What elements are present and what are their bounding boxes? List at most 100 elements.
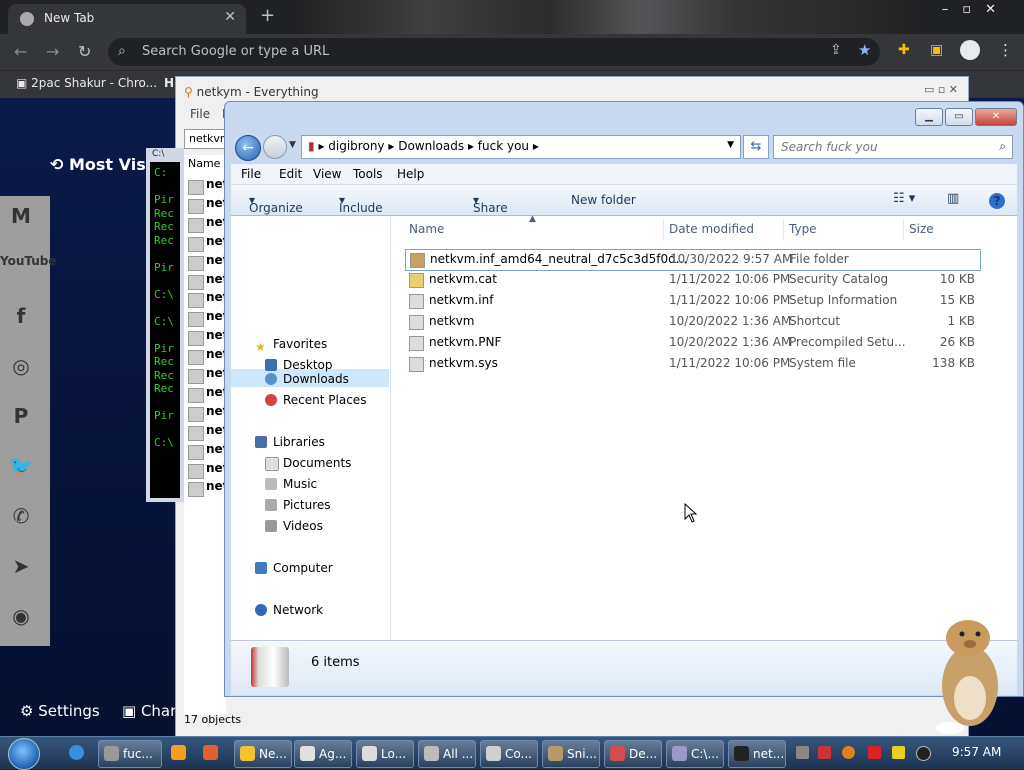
taskbar-button-explorer[interactable]: fuc... bbox=[98, 740, 162, 768]
close-button[interactable]: ✕ bbox=[975, 108, 1017, 126]
reddit-icon[interactable]: ◉ bbox=[4, 604, 38, 628]
instagram-icon[interactable]: ◎ bbox=[4, 354, 38, 378]
bookmark-2pac[interactable]: ▣ 2pac Shakur - Chro... bbox=[16, 76, 157, 90]
refresh-button[interactable]: ⇆ bbox=[743, 135, 769, 159]
share-icon[interactable]: ⇪ bbox=[830, 42, 842, 58]
tray-search-icon[interactable] bbox=[842, 746, 855, 759]
taskbar-button-chrome[interactable]: Ne... bbox=[234, 740, 292, 768]
settings-link[interactable]: ⚙ Settings bbox=[20, 702, 100, 720]
nav-downloads[interactable]: Downloads bbox=[283, 372, 349, 386]
chrome-tab-new-tab[interactable]: New Tab ✕ bbox=[8, 4, 246, 34]
customize-chrome-link[interactable]: ▣ Char bbox=[122, 702, 176, 720]
tray-icon-1[interactable] bbox=[796, 746, 809, 759]
everything-menu-file[interactable]: File bbox=[190, 107, 210, 121]
taskbar-button-agent[interactable]: Ag... bbox=[294, 740, 352, 768]
include-in-library-button[interactable]: Include in library ▾ bbox=[339, 193, 383, 243]
chrome-tab-close-icon[interactable]: ✕ bbox=[224, 9, 236, 25]
menu-file[interactable]: File bbox=[241, 167, 261, 181]
telegram-icon[interactable]: ➤ bbox=[4, 554, 38, 578]
menu-view[interactable]: View bbox=[313, 167, 341, 181]
omnibox[interactable]: ⌕ Search Google or type a URL bbox=[108, 38, 880, 66]
tray-icon-2[interactable] bbox=[818, 746, 831, 759]
breadcrumb-current[interactable]: fuck you bbox=[478, 139, 529, 153]
back-button[interactable]: ← bbox=[235, 135, 261, 161]
nav-favorites[interactable]: Favorites bbox=[273, 337, 327, 351]
taskbar-button-devices[interactable]: De... bbox=[604, 740, 662, 768]
nav-recent-places[interactable]: Recent Places bbox=[283, 393, 366, 407]
address-bar[interactable]: ▮ ▸ digibrony ▸ Downloads ▸ fuck you ▸ ▼ bbox=[301, 135, 741, 159]
system-clock[interactable]: 9:57 AM bbox=[952, 745, 1001, 759]
profile-avatar[interactable] bbox=[960, 40, 980, 60]
chrome-new-tab-button[interactable]: + bbox=[260, 5, 275, 26]
share-with-button[interactable]: Share with ▾ bbox=[473, 193, 508, 229]
organize-button[interactable]: Organize ▾ bbox=[249, 193, 303, 215]
tray-icon-6[interactable] bbox=[916, 746, 931, 761]
nav-pictures[interactable]: Pictures bbox=[283, 498, 331, 512]
facebook-icon[interactable]: f bbox=[4, 304, 38, 328]
file-row[interactable]: netkvm.sys 1/11/2022 10:06 PM System file 1… bbox=[405, 354, 979, 374]
everything-result-list[interactable]: Name net net net net net net net net net net net ne… bbox=[184, 155, 228, 715]
taskbar-button-snip[interactable]: Sni... bbox=[542, 740, 600, 768]
side-panel-icon[interactable]: ▣ bbox=[930, 42, 943, 58]
file-row[interactable]: netkvm 10/20/2022 1:36 AM Shortcut 1 KB bbox=[405, 312, 979, 332]
help-icon[interactable]: ? bbox=[989, 193, 1005, 209]
pinterest-icon[interactable]: P bbox=[4, 404, 38, 428]
breadcrumb-downloads[interactable]: Downloads bbox=[398, 139, 464, 153]
taskbar-button-all[interactable]: All ... bbox=[418, 740, 476, 768]
start-button[interactable] bbox=[8, 738, 40, 770]
file-row[interactable]: netkvm.inf_amd64_neutral_d7c5c3d5f0d... 1… bbox=[405, 249, 981, 271]
menu-tools[interactable]: Tools bbox=[353, 167, 383, 181]
col-header-name[interactable]: Name bbox=[409, 222, 444, 236]
nav-network[interactable]: Network bbox=[273, 603, 323, 617]
explorer-search-input[interactable]: Search fuck you ⌕ bbox=[773, 135, 1013, 159]
file-row[interactable]: netkvm.inf 1/11/2022 10:06 PM Setup Inform… bbox=[405, 291, 979, 311]
bookmark-h[interactable]: H bbox=[164, 76, 174, 90]
file-row[interactable]: netkvm.PNF 10/20/2022 1:36 AM Precompiled … bbox=[405, 333, 979, 353]
chrome-window-controls[interactable]: –▫✕ bbox=[942, 2, 1010, 17]
menu-help[interactable]: Help bbox=[397, 167, 424, 181]
back-arrow-icon[interactable]: ← bbox=[14, 42, 27, 61]
preview-pane-icon[interactable]: ▥ bbox=[947, 191, 959, 206]
bookmark-star-icon[interactable]: ★ bbox=[858, 41, 871, 59]
change-view-icon[interactable]: ☷ ▾ bbox=[893, 191, 915, 206]
col-header-date[interactable]: Date modified bbox=[669, 222, 754, 236]
gmail-icon[interactable]: M bbox=[4, 204, 38, 228]
minimize-button[interactable]: ▁ bbox=[915, 108, 943, 126]
reload-icon[interactable]: ↻ bbox=[78, 42, 91, 61]
everything-window-controls[interactable]: ▭ ▫ ✕ bbox=[924, 83, 958, 96]
media-player-quicklaunch-icon[interactable] bbox=[166, 740, 192, 766]
nav-documents[interactable]: Documents bbox=[283, 456, 351, 470]
taskbar-button-log[interactable]: Lo... bbox=[356, 740, 414, 768]
address-dropdown-icon[interactable]: ▼ bbox=[727, 140, 734, 150]
tray-flag-icon[interactable] bbox=[868, 746, 881, 759]
col-header-type[interactable]: Type bbox=[789, 222, 817, 236]
nav-libraries[interactable]: Libraries bbox=[273, 435, 325, 449]
nav-videos[interactable]: Videos bbox=[283, 519, 323, 533]
ie-quicklaunch-icon[interactable] bbox=[64, 740, 90, 766]
taskbar-button-cmd[interactable]: C:\... bbox=[666, 740, 724, 768]
maximize-button[interactable]: ▭ bbox=[945, 108, 973, 126]
menu-edit[interactable]: Edit bbox=[279, 167, 302, 181]
nav-desktop[interactable]: Desktop bbox=[283, 358, 333, 372]
taskbar-button-everything[interactable]: net... bbox=[728, 740, 786, 768]
cmd-window[interactable]: C:\ C: Pir Rec Rec Rec Pir C:\ C:\ Pir Rec Rec Rec P… bbox=[146, 148, 184, 502]
explorer-window[interactable]: ▁ ▭ ✕ ← ▼ ▮ ▸ digibrony ▸ Downloads ▸ fuck… bbox=[224, 101, 1024, 697]
nav-music[interactable]: Music bbox=[283, 477, 317, 491]
taskbar-button-control[interactable]: Co... bbox=[480, 740, 538, 768]
file-list-pane[interactable]: Name ▲ Date modified Type Size netkvm.in… bbox=[391, 214, 1017, 640]
whatsapp-icon[interactable]: ✆ bbox=[4, 504, 38, 528]
tray-icon-5[interactable] bbox=[892, 746, 905, 759]
breadcrumb-digibrony[interactable]: digibrony bbox=[328, 139, 384, 153]
nav-computer[interactable]: Computer bbox=[273, 561, 333, 575]
recent-pages-dropdown-icon[interactable]: ▼ bbox=[289, 140, 296, 150]
col-header-size[interactable]: Size bbox=[909, 222, 934, 236]
twitter-icon[interactable]: 🐦 bbox=[4, 454, 38, 478]
chrome-menu-icon[interactable]: ⋮ bbox=[998, 41, 1013, 59]
forward-arrow-icon[interactable]: → bbox=[46, 42, 59, 61]
pinned-app-quicklaunch-icon[interactable] bbox=[198, 740, 224, 766]
forward-button[interactable] bbox=[263, 135, 287, 159]
everything-col-name[interactable]: Name bbox=[188, 157, 220, 170]
file-row[interactable]: netkvm.cat 1/11/2022 10:06 PM Security Cat… bbox=[405, 270, 979, 290]
new-folder-button[interactable]: New folder bbox=[571, 193, 636, 207]
youtube-icon[interactable]: YouTube bbox=[0, 254, 57, 268]
